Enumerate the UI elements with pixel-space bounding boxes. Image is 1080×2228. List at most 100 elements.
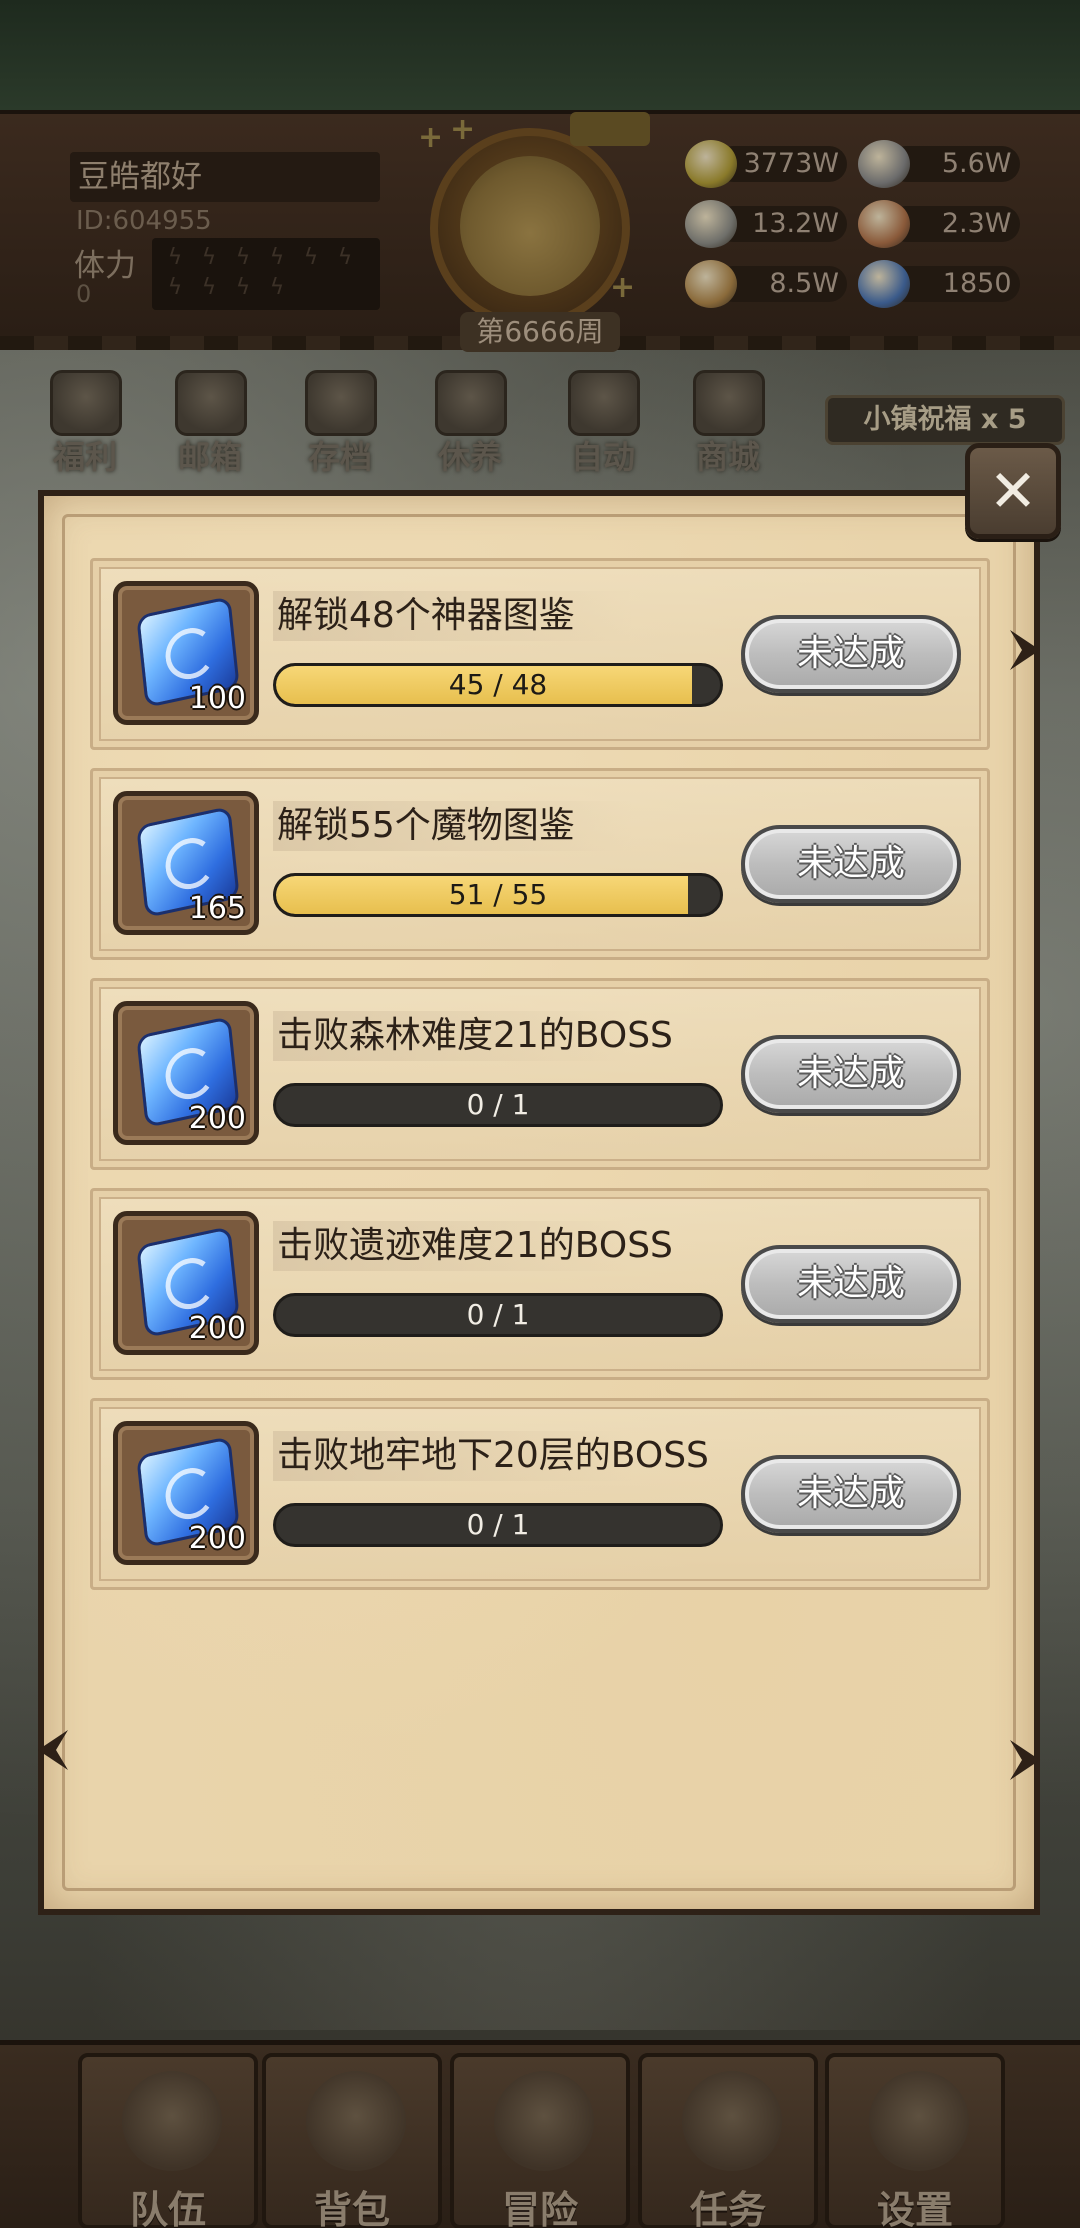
resource-panel: 3773W 5.6W 13.2W 2.3W 8.5W 1850 [685, 140, 1020, 310]
stamina-bolt-icon: ϟ [269, 275, 285, 300]
sparkle-icon: + [610, 270, 636, 305]
achievement-row: 100 解锁48个神器图鉴 45 / 48 未达成 [90, 558, 990, 750]
leather-icon [857, 200, 910, 248]
menu-label: 福利 [52, 438, 117, 476]
claim-status-button[interactable]: 未达成 [741, 1455, 961, 1533]
achievement-title: 解锁55个魔物图鉴 [273, 801, 633, 851]
week-label: 第6666周 [460, 312, 620, 352]
stamina-bolt-icon: ϟ [235, 245, 251, 270]
reward-item[interactable]: 100 [113, 581, 259, 725]
crystal-swirl [163, 833, 218, 894]
reward-count: 200 [188, 1311, 246, 1346]
avatar-badge [570, 112, 650, 146]
menu-welfare-button[interactable]: 福利 [30, 362, 140, 476]
close-icon: ✕ [988, 457, 1038, 525]
achievement-row: 200 击败森林难度21的BOSS 0 / 1 未达成 [90, 978, 990, 1170]
mailbox-icon [175, 370, 247, 436]
bag-icon [306, 2071, 406, 2171]
menu-label: 邮箱 [177, 438, 242, 476]
reward-count: 200 [188, 1101, 246, 1136]
progress-text: 0 / 1 [466, 1508, 530, 1541]
resource-item: 1850 [857, 260, 1021, 308]
reward-count: 100 [188, 681, 246, 716]
claim-status-button[interactable]: 未达成 [741, 1035, 961, 1113]
crystal-swirl [163, 1253, 218, 1314]
progress-bar: 0 / 1 [273, 1083, 723, 1127]
bottom-nav: 队伍 背包 冒险 任务 设置 [0, 2040, 1080, 2228]
nav-label: 冒险 [501, 2188, 578, 2228]
menu-label: 商城 [695, 438, 760, 476]
stamina-bolt-icon: ϟ [167, 245, 183, 270]
resource-item: 2.3W [857, 200, 1021, 248]
stamina-bolt-icon: ϟ [235, 275, 251, 300]
iron-ingot-icon [857, 140, 910, 188]
stamina-bolt-icon: ϟ [167, 275, 183, 300]
achievement-title: 击败森林难度21的BOSS [273, 1011, 673, 1061]
stamina-bolt-icon: ϟ [337, 245, 353, 270]
claim-status-button[interactable]: 未达成 [741, 825, 961, 903]
menu-label: 存档 [307, 438, 372, 476]
sparkle-icon: + [418, 120, 444, 155]
wood-icon [685, 260, 737, 308]
crystal-swirl [163, 1463, 218, 1524]
menu-save-button[interactable]: 存档 [285, 362, 395, 476]
reward-item[interactable]: 200 [113, 1421, 259, 1565]
shop-icon [693, 370, 765, 436]
progress-bar: 45 / 48 [273, 663, 723, 707]
progress-text: 0 / 1 [466, 1298, 530, 1331]
avatar-portrait [460, 156, 600, 296]
resource-item: 5.6W [857, 140, 1021, 188]
adventure-icon [494, 2071, 594, 2171]
reward-item[interactable]: 165 [113, 791, 259, 935]
progress-text: 45 / 48 [448, 668, 548, 701]
resource-item: 8.5W [685, 260, 848, 308]
resource-item: 3773W [685, 140, 848, 188]
player-panel: 豆皓都好 ID:604955 体力 0 ϟϟϟϟϟϟϟϟϟϟ [70, 152, 380, 312]
progress-bar: 51 / 55 [273, 873, 723, 917]
stamina-bar: ϟϟϟϟϟϟϟϟϟϟ [152, 238, 380, 310]
stamina-bolt-icon: ϟ [303, 245, 319, 270]
nav-bag-button[interactable]: 背包 [262, 2053, 442, 2228]
claim-status-button[interactable]: 未达成 [741, 1245, 961, 1323]
claim-status-button[interactable]: 未达成 [741, 615, 961, 693]
close-button[interactable]: ✕ [965, 443, 1061, 539]
menu-label: 休养 [437, 438, 502, 476]
menu-auto-button[interactable]: 自动 [548, 362, 658, 476]
progress-bar: 0 / 1 [273, 1293, 723, 1337]
nav-adventure-button[interactable]: 冒险 [450, 2053, 630, 2228]
quest-icon [682, 2071, 782, 2171]
achievement-row: 200 击败遗迹难度21的BOSS 0 / 1 未达成 [90, 1188, 990, 1380]
menu-label: 自动 [570, 438, 635, 476]
menu-shop-button[interactable]: 商城 [673, 362, 783, 476]
stamina-value: 0 [76, 280, 92, 308]
ore-icon [685, 200, 737, 248]
rest-icon [435, 370, 507, 436]
reward-count: 165 [188, 891, 246, 926]
gold-coin-icon [685, 140, 737, 188]
reward-item[interactable]: 200 [113, 1211, 259, 1355]
progress-bar: 0 / 1 [273, 1503, 723, 1547]
town-blessing-badge[interactable]: 小镇祝福 x 5 [825, 395, 1065, 445]
nav-quest-button[interactable]: 任务 [638, 2053, 818, 2228]
progress-text: 0 / 1 [466, 1088, 530, 1121]
nav-label: 设置 [876, 2188, 953, 2228]
menu-mailbox-button[interactable]: 邮箱 [155, 362, 265, 476]
achievement-title: 击败地牢地下20层的BOSS [273, 1431, 709, 1481]
stamina-label: 体力 [74, 248, 136, 284]
player-name: 豆皓都好 [70, 152, 380, 202]
reward-item[interactable]: 200 [113, 1001, 259, 1145]
stamina-bolt-icon: ϟ [269, 245, 285, 270]
nav-label: 队伍 [129, 2188, 206, 2228]
nav-label: 任务 [689, 2188, 766, 2228]
reward-count: 200 [188, 1521, 246, 1556]
stamina-bolt-icon: ϟ [201, 245, 217, 270]
blue-crystal-icon [857, 260, 910, 308]
nav-team-button[interactable]: 队伍 [78, 2053, 258, 2228]
menu-rest-button[interactable]: 休养 [415, 362, 525, 476]
achievement-row: 165 解锁55个魔物图鉴 51 / 55 未达成 [90, 768, 990, 960]
nav-settings-button[interactable]: 设置 [825, 2053, 1005, 2228]
save-icon [305, 370, 377, 436]
crystal-swirl [163, 1043, 218, 1104]
team-icon [122, 2071, 222, 2171]
welfare-icon [50, 370, 122, 436]
